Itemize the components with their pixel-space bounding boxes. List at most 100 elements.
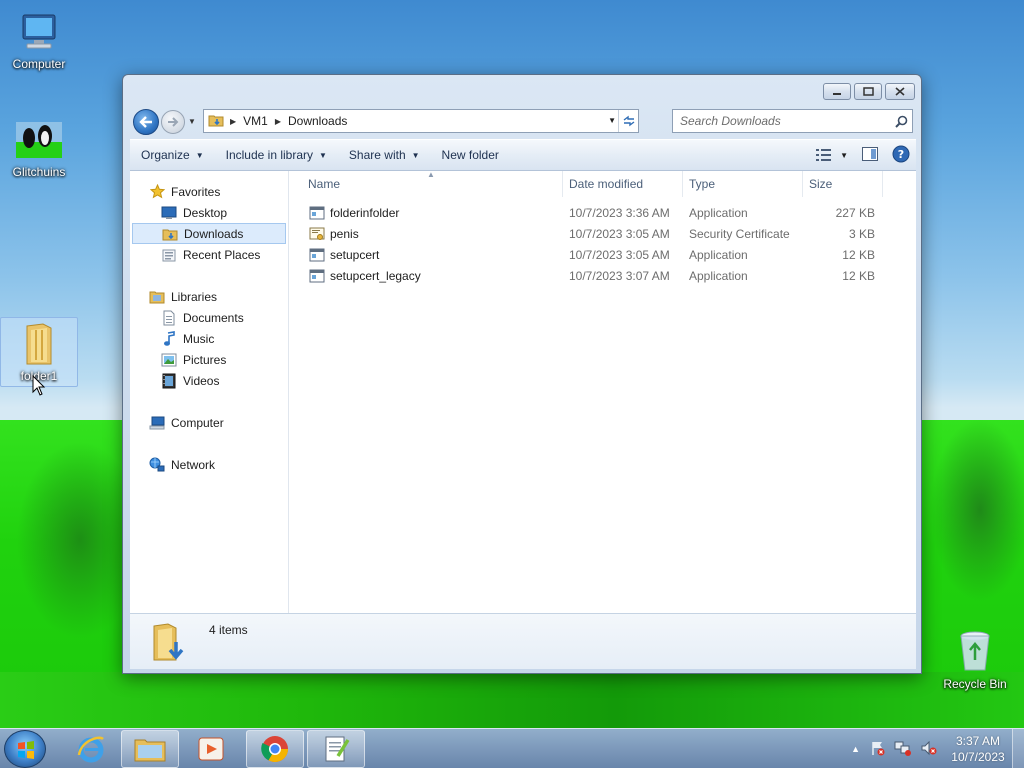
help-icon: ? <box>892 145 910 162</box>
desktop-icon-label: Recycle Bin <box>943 677 1007 691</box>
desktop-icon-label: Computer <box>12 57 66 71</box>
nav-item-favorites[interactable]: Favorites <box>130 181 288 202</box>
maximize-button[interactable] <box>854 83 882 100</box>
application-icon <box>309 268 325 284</box>
show-hidden-icons-button[interactable]: ▲ <box>851 744 860 754</box>
recent-pages-dropdown[interactable]: ▼ <box>188 117 196 126</box>
nav-label: Music <box>183 331 215 346</box>
desktop-icon-glitchuins[interactable]: Glitchuins <box>2 118 76 179</box>
network-status-icon[interactable] <box>894 740 912 759</box>
certificate-icon <box>309 226 325 242</box>
nav-item-videos[interactable]: Videos <box>130 370 288 391</box>
share-with-label: Share with <box>348 148 406 162</box>
application-icon <box>309 247 325 263</box>
mouse-cursor-icon <box>32 374 46 400</box>
nav-item-recent-places[interactable]: Recent Places <box>130 244 288 265</box>
nav-label: Videos <box>183 373 220 388</box>
nav-item-music[interactable]: Music <box>130 328 288 349</box>
clock-time: 3:37 AM <box>955 734 1001 748</box>
search-input[interactable] <box>680 114 880 128</box>
column-header-label: Type <box>689 177 716 191</box>
column-header-label: Date modified <box>569 177 644 191</box>
column-header-size[interactable]: Size <box>803 171 883 197</box>
forward-button[interactable] <box>161 110 185 134</box>
forward-arrow-icon <box>168 117 179 127</box>
include-in-library-button[interactable]: Include in library ▼ <box>215 140 338 170</box>
new-folder-button[interactable]: New folder <box>431 140 510 170</box>
nav-label: Recent Places <box>183 247 261 262</box>
address-field[interactable]: ▶ VM1 ▶ Downloads ▼ <box>203 109 639 133</box>
nav-item-downloads[interactable]: Downloads <box>132 223 286 244</box>
taskbar-clock[interactable]: 3:37 AM 10/7/2023 <box>948 733 1008 765</box>
taskbar-notepad-plus[interactable] <box>307 730 365 768</box>
computer-icon <box>149 415 165 431</box>
file-row[interactable]: setupcert 10/7/2023 3:05 AM Application … <box>290 245 916 266</box>
file-name: folderinfolder <box>330 206 400 220</box>
search-icon[interactable] <box>890 115 912 128</box>
breadcrumb-separator-icon[interactable]: ▶ <box>230 117 236 126</box>
taskbar-internet-explorer[interactable] <box>62 730 120 768</box>
file-name: penis <box>330 227 359 241</box>
nav-item-computer[interactable]: Computer <box>130 412 288 433</box>
music-note-icon <box>161 330 177 347</box>
file-type: Application <box>689 248 748 262</box>
breadcrumb-item-vm1[interactable]: VM1 <box>243 114 268 128</box>
column-header-type[interactable]: Type <box>683 171 803 197</box>
help-button[interactable]: ? <box>892 145 910 166</box>
desktop-icon-recycle-bin[interactable]: Recycle Bin <box>938 630 1012 691</box>
address-history-dropdown[interactable]: ▼ <box>608 116 616 125</box>
volume-muted-icon[interactable] <box>920 740 938 759</box>
nav-item-desktop[interactable]: Desktop <box>130 202 288 223</box>
new-folder-label: New folder <box>441 148 499 162</box>
desktop-icon-label: Glitchuins <box>12 165 66 179</box>
refresh-button[interactable] <box>618 110 638 132</box>
pictures-icon <box>161 352 177 368</box>
nav-item-network[interactable]: Network <box>130 454 288 475</box>
show-desktop-button[interactable] <box>1012 729 1024 768</box>
sort-ascending-icon: ▲ <box>427 170 435 179</box>
file-row[interactable]: folderinfolder 10/7/2023 3:36 AM Applica… <box>290 203 916 224</box>
column-header-date-modified[interactable]: Date modified <box>563 171 683 197</box>
start-button[interactable] <box>4 730 46 768</box>
chevron-down-icon: ▼ <box>411 150 420 160</box>
column-header-label: Size <box>809 177 833 191</box>
taskbar-windows-explorer[interactable] <box>121 730 179 768</box>
notepad-icon <box>325 736 350 762</box>
nav-item-libraries[interactable]: Libraries <box>130 286 288 307</box>
item-count: 4 items <box>209 623 248 637</box>
folder-download-icon <box>150 620 190 667</box>
back-arrow-icon <box>139 116 152 128</box>
folder-icon <box>134 739 166 762</box>
organize-button[interactable]: Organize ▼ <box>130 140 215 170</box>
minimize-button[interactable] <box>823 83 851 100</box>
file-name: setupcert <box>330 248 380 262</box>
taskbar-media-player[interactable] <box>182 730 240 768</box>
close-button[interactable] <box>885 83 915 100</box>
breadcrumb-separator-icon[interactable]: ▶ <box>275 117 281 126</box>
chevron-down-icon: ▼ <box>840 150 848 160</box>
file-size: 3 KB <box>848 227 875 241</box>
nav-label: Favorites <box>171 184 221 199</box>
taskbar-chrome[interactable] <box>246 730 304 768</box>
search-box[interactable] <box>672 109 913 133</box>
nav-label: Downloads <box>184 226 244 241</box>
action-center-flag-icon[interactable] <box>870 740 886 759</box>
file-type: Security Certificate <box>689 227 790 241</box>
preview-pane-button[interactable] <box>862 146 878 164</box>
command-bar: Organize ▼ Include in library ▼ Share with… <box>130 139 916 171</box>
chevron-down-icon: ▼ <box>319 150 327 160</box>
change-view-button[interactable]: ▼ <box>816 149 848 161</box>
file-date: 10/7/2023 3:05 AM <box>569 227 670 241</box>
penguins-image-icon <box>15 118 63 162</box>
file-row[interactable]: penis 10/7/2023 3:05 AM Security Certifi… <box>290 224 916 245</box>
breadcrumb-item-downloads[interactable]: Downloads <box>288 114 347 128</box>
desktop-icon-computer[interactable]: Computer <box>2 10 76 71</box>
back-button[interactable] <box>133 109 159 135</box>
share-with-button[interactable]: Share with ▼ <box>338 140 431 170</box>
nav-item-pictures[interactable]: Pictures <box>130 349 288 370</box>
nav-item-documents[interactable]: Documents <box>130 307 288 328</box>
file-type: Application <box>689 269 748 283</box>
folder-download-icon <box>208 112 224 131</box>
recycle-bin-icon <box>951 630 999 674</box>
file-row[interactable]: setupcert_legacy 10/7/2023 3:07 AM Appli… <box>290 266 916 287</box>
